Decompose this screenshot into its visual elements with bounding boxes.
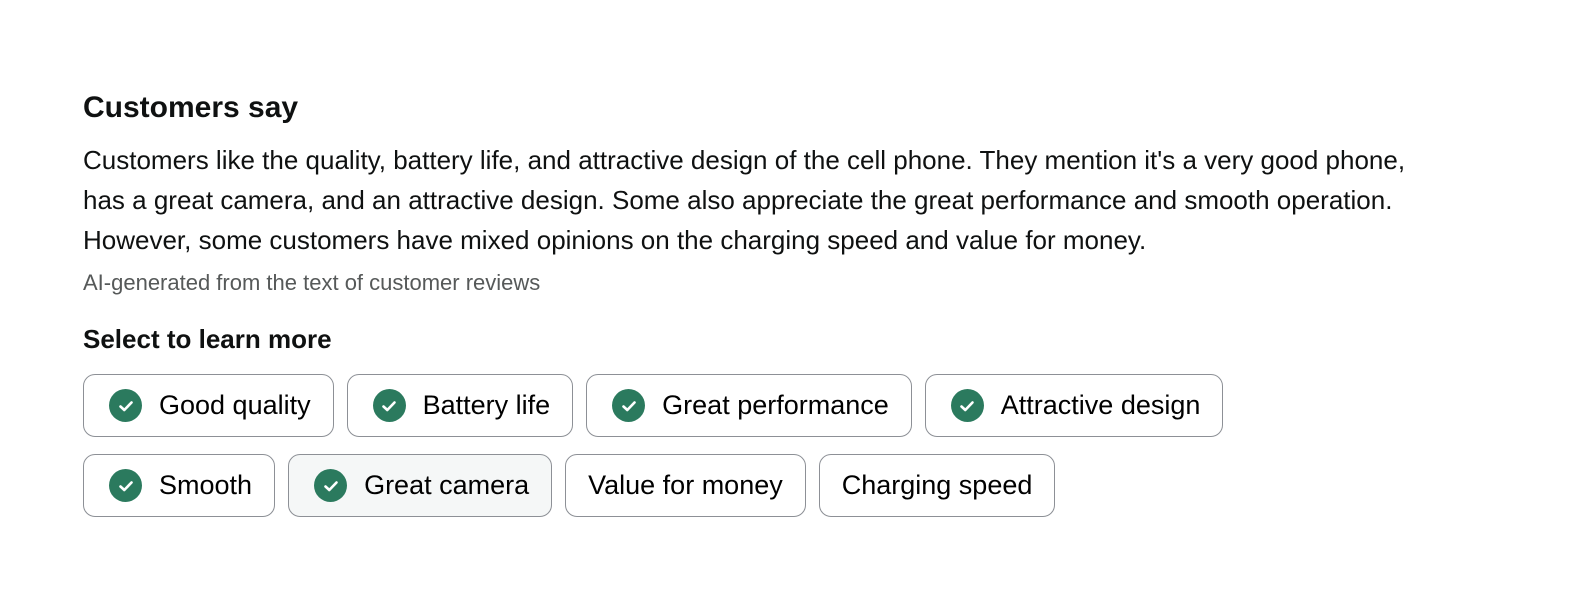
check-circle-icon (314, 469, 348, 502)
review-summary-text: Customers like the quality, battery life… (83, 145, 1406, 255)
chip-label: Charging speed (841, 470, 1033, 500)
chip-label: Great camera (364, 470, 530, 500)
chip-charging-speed[interactable]: Charging speed (818, 454, 1056, 517)
chip-label: Good quality (159, 390, 311, 420)
check-circle-icon (109, 469, 142, 502)
check-circle-icon (372, 389, 406, 422)
learn-more-heading: Select to learn more (83, 324, 332, 354)
chip-label: Attractive design (1000, 390, 1201, 420)
chip-label: Great performance (662, 390, 889, 420)
chip-good-quality[interactable]: Good quality (83, 374, 334, 437)
chip-label: Value for money (588, 470, 783, 500)
chip-smooth[interactable]: Smooth (83, 454, 276, 517)
chip-label: Smooth (159, 470, 253, 500)
chip-value-for-money[interactable]: Value for money (565, 454, 806, 517)
chip-attractive-design[interactable]: Attractive design (924, 374, 1224, 437)
customers-say-section: Customers say Customers like the quality… (83, 88, 1453, 517)
chip-great-camera[interactable]: Great camera (288, 454, 553, 517)
ai-disclaimer: AI-generated from the text of customer r… (83, 270, 541, 295)
customers-say-heading: Customers say (83, 91, 299, 124)
check-circle-icon (109, 389, 142, 422)
chip-battery-life[interactable]: Battery life (346, 374, 574, 437)
chip-label: Battery life (422, 390, 551, 420)
check-circle-icon (950, 389, 984, 422)
aspect-chip-list: Good quality Battery life Great performa… (83, 374, 1333, 517)
chip-great-performance[interactable]: Great performance (586, 374, 912, 437)
check-circle-icon (612, 389, 646, 422)
